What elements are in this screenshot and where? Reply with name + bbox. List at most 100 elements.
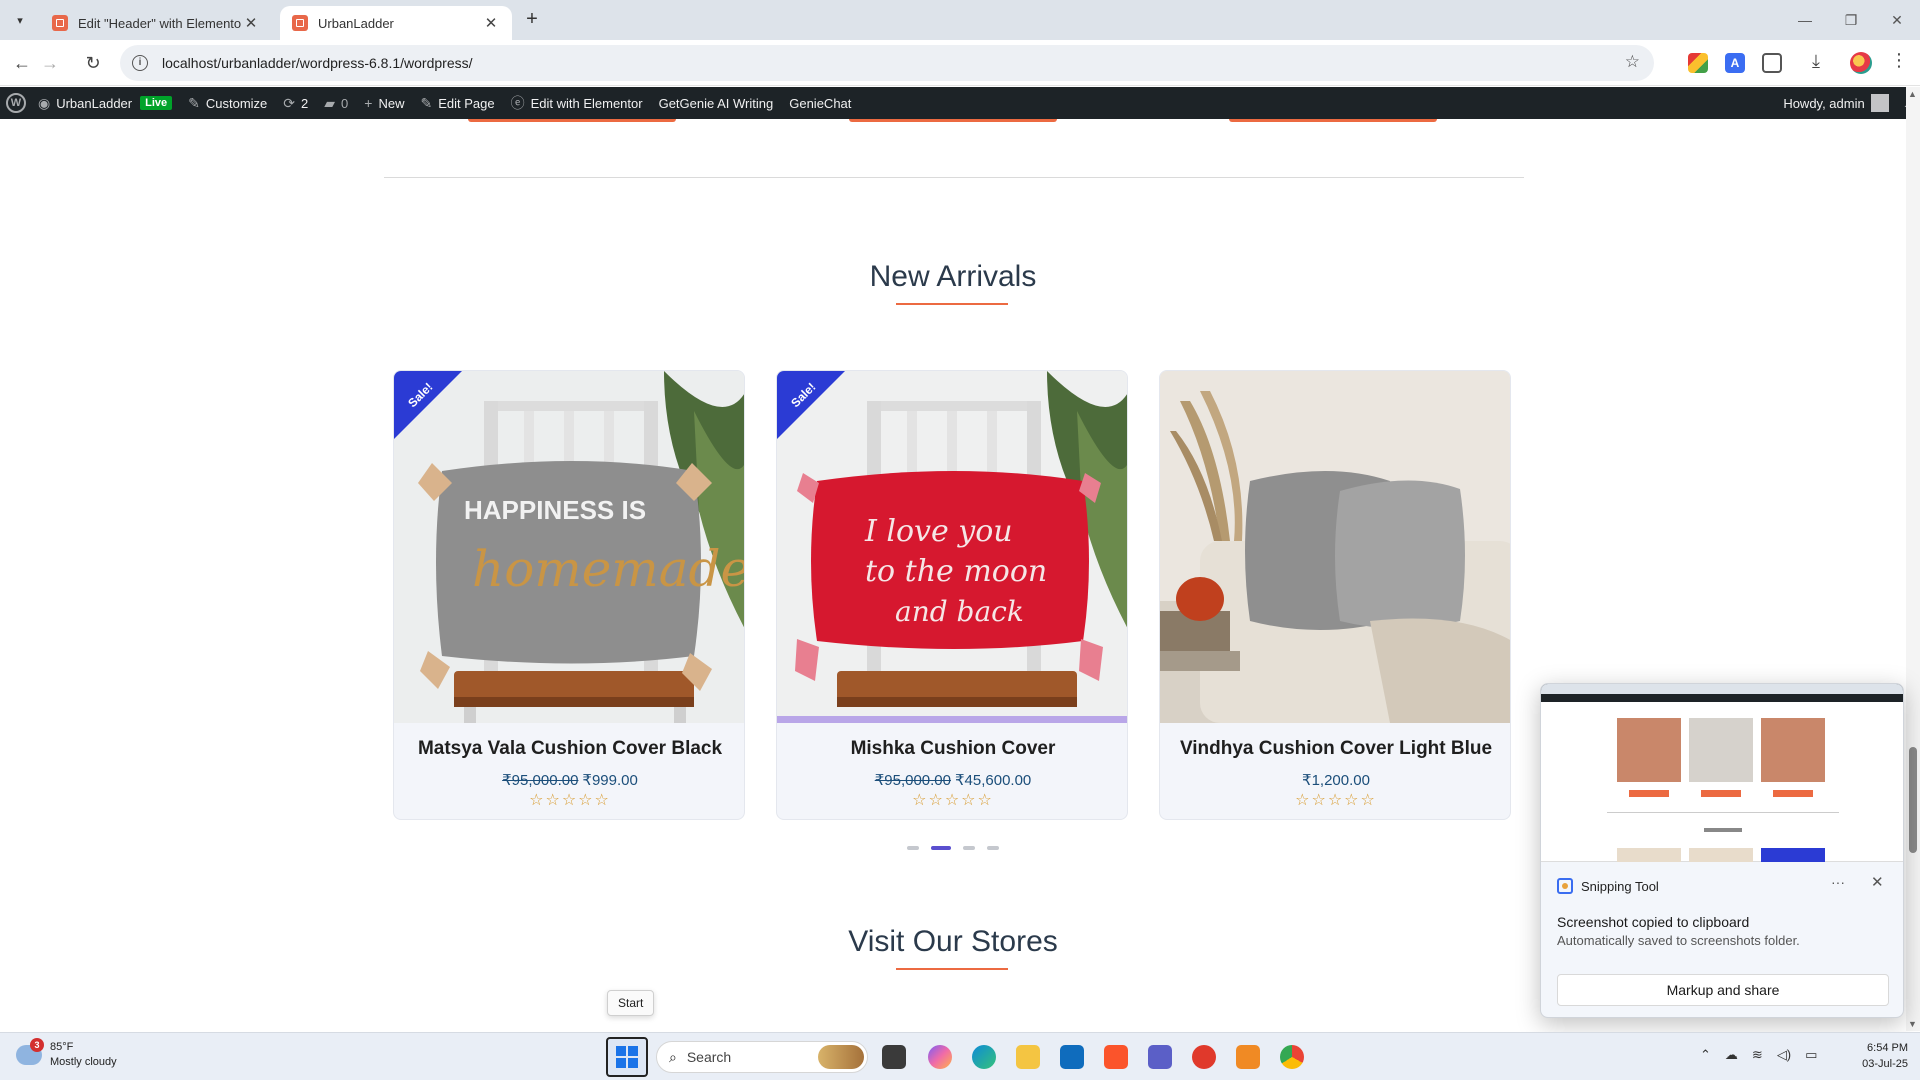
toast-close-icon[interactable]: ✕ <box>1871 873 1884 891</box>
thumbnail-button <box>1773 790 1813 797</box>
show-hidden-icons-chevron-icon[interactable]: ⌃ <box>1700 1047 1711 1063</box>
admin-new[interactable]: + New <box>356 87 412 119</box>
scrollbar-thumb[interactable] <box>1909 747 1917 853</box>
browser-toolbar: ← → ↻ i localhost/urbanladder/wordpress-… <box>0 40 1920 86</box>
browser-menu-icon[interactable]: ⋮ <box>1890 50 1908 71</box>
xampp-icon[interactable] <box>1236 1045 1260 1069</box>
back-arrow-icon[interactable]: ← <box>9 50 35 76</box>
color-extension-icon[interactable] <box>1688 53 1708 73</box>
product-image[interactable]: HAPPINESS IS homemade Sale! <box>394 371 745 723</box>
product-image[interactable] <box>1160 371 1510 723</box>
scroll-down-arrow-icon[interactable]: ▼ <box>1908 1019 1917 1029</box>
profile-avatar-icon[interactable] <box>1850 52 1872 74</box>
outlook-icon[interactable] <box>1060 1045 1084 1069</box>
old-price: ₹95,000.00 <box>874 772 951 789</box>
chrome-icon[interactable] <box>1280 1045 1304 1069</box>
admin-customize[interactable]: ✎ Customize <box>180 87 275 119</box>
product-card[interactable]: HAPPINESS IS homemade Sale! Matsya Vala … <box>393 370 745 820</box>
new-tab-plus-icon[interactable]: + <box>520 8 544 32</box>
toast-more-icon[interactable]: ··· <box>1831 874 1845 890</box>
tab-close-icon[interactable]: ✕ <box>242 14 260 32</box>
product-card[interactable]: Vindhya Cushion Cover Light Blue ₹1,200.… <box>1159 370 1511 820</box>
task-view-icon[interactable] <box>882 1045 906 1069</box>
admin-comments[interactable]: ▰ 0 <box>316 87 356 119</box>
window-minimize-icon[interactable]: — <box>1782 6 1828 34</box>
weather-widget[interactable]: 3 85°F Mostly cloudy <box>16 1038 117 1070</box>
new-label: New <box>378 95 405 111</box>
cloud-icon: 3 <box>16 1038 44 1065</box>
snipping-tool-notification[interactable]: Snipping Tool ··· ✕ Screenshot copied to… <box>1540 683 1904 1018</box>
download-icon[interactable]: ⤓ <box>1812 51 1820 72</box>
clock-date: 03-Jul-25 <box>1862 1058 1908 1070</box>
brave-icon[interactable] <box>1104 1045 1128 1069</box>
wordpress-logo-icon[interactable]: W <box>6 93 26 113</box>
file-explorer-icon[interactable] <box>1016 1045 1040 1069</box>
heading-underline <box>896 303 1008 305</box>
shop-now-button[interactable] <box>468 119 676 122</box>
reload-icon[interactable]: ↻ <box>80 50 106 76</box>
admin-edit-page[interactable]: ✎ Edit Page <box>412 87 502 119</box>
windows-logo-icon <box>616 1058 626 1068</box>
site-info-icon[interactable]: i <box>132 55 148 71</box>
volume-icon[interactable]: ◁) <box>1777 1047 1791 1063</box>
edge-icon[interactable] <box>972 1045 996 1069</box>
page-scrollbar[interactable]: ▲ ▼ <box>1906 87 1920 1031</box>
admin-updates[interactable]: ⟳ 2 <box>275 87 316 119</box>
carousel-dot[interactable] <box>907 846 919 850</box>
carousel-dot-active[interactable] <box>931 846 951 850</box>
edit-page-label: Edit Page <box>438 95 495 111</box>
product-name[interactable]: Mishka Cushion Cover <box>777 738 1127 760</box>
tab-urbanladder[interactable]: UrbanLadder ✕ <box>280 6 512 40</box>
copilot-icon[interactable] <box>928 1045 952 1069</box>
thumbnail-product <box>1689 718 1753 782</box>
product-name[interactable]: Matsya Vala Cushion Cover Black <box>394 738 744 760</box>
admin-account[interactable]: Howdy, admin <box>1775 87 1896 119</box>
comment-icon: ▰ <box>324 94 336 111</box>
onedrive-icon[interactable]: ☁ <box>1725 1047 1738 1063</box>
svg-text:and back: and back <box>895 595 1024 628</box>
toast-title: Screenshot copied to clipboard <box>1557 914 1750 930</box>
admin-getgenie[interactable]: GetGenie AI Writing <box>651 87 782 119</box>
clock[interactable]: 6:54 PM 03-Jul-25 <box>1848 1040 1908 1072</box>
scroll-up-arrow-icon[interactable]: ▲ <box>1908 89 1917 99</box>
tab-search-chevron-icon[interactable]: ▾ <box>8 8 32 32</box>
svg-text:homemade: homemade <box>472 540 745 598</box>
updates-icon: ⟳ <box>283 94 296 111</box>
wps-office-icon[interactable] <box>1192 1045 1216 1069</box>
product-price: ₹95,000.00 ₹45,600.00 <box>777 771 1127 789</box>
markup-and-share-button[interactable]: Markup and share <box>1557 974 1889 1006</box>
product-name[interactable]: Vindhya Cushion Cover Light Blue <box>1160 738 1510 760</box>
tab-close-icon[interactable]: ✕ <box>482 14 500 32</box>
wifi-icon[interactable]: ≋ <box>1752 1047 1763 1063</box>
address-bar[interactable]: i localhost/urbanladder/wordpress-6.8.1/… <box>120 45 1654 81</box>
getgenie-label: GetGenie AI Writing <box>658 95 774 111</box>
add-to-cart-hover-bar[interactable] <box>777 716 1127 723</box>
admin-edit-elementor[interactable]: ⓔ Edit with Elementor <box>503 87 651 119</box>
forward-arrow-icon[interactable]: → <box>37 50 63 76</box>
admin-site-name[interactable]: ◉ UrbanLadder Live <box>30 87 180 119</box>
product-card[interactable]: I love you to the moon and back Sale! Mi… <box>776 370 1128 820</box>
windows-logo-icon <box>616 1046 626 1056</box>
shop-now-button[interactable] <box>849 119 1057 122</box>
extensions-puzzle-icon[interactable] <box>1762 53 1782 73</box>
cushion-sofa-image <box>1160 371 1510 723</box>
screenshot-thumbnail[interactable] <box>1541 684 1903 862</box>
window-close-icon[interactable]: ✕ <box>1874 6 1920 34</box>
start-button[interactable] <box>606 1037 648 1077</box>
teams-icon[interactable] <box>1148 1045 1172 1069</box>
shop-now-button[interactable] <box>1229 119 1437 122</box>
carousel-dot[interactable] <box>963 846 975 850</box>
window-restore-icon[interactable]: ❐ <box>1828 6 1874 34</box>
search-highlight-icon[interactable] <box>818 1045 864 1069</box>
url-text[interactable]: localhost/urbanladder/wordpress-6.8.1/wo… <box>162 55 473 71</box>
windows-logo-icon <box>628 1058 638 1068</box>
battery-icon[interactable]: ▭ <box>1805 1047 1817 1063</box>
windows-taskbar: 3 85°F Mostly cloudy ⌕ Search ⌃ ☁ ≋ ◁) ▭… <box>0 1032 1920 1080</box>
admin-geniechat[interactable]: GenieChat <box>781 87 859 119</box>
product-image[interactable]: I love you to the moon and back Sale! <box>777 371 1127 723</box>
site-name-label: UrbanLadder <box>56 95 133 111</box>
carousel-dot[interactable] <box>987 846 999 850</box>
bookmark-star-icon[interactable]: ☆ <box>1625 52 1640 72</box>
tab-edit-header[interactable]: Edit "Header" with Elementor ✕ <box>40 6 272 40</box>
translate-extension-icon[interactable]: A <box>1725 53 1745 73</box>
